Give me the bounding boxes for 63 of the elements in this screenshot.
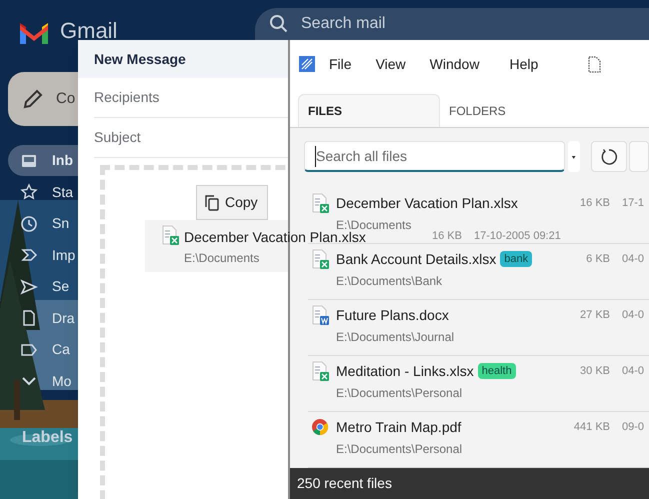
file-name: Bank Account Details.xlsx: [336, 250, 496, 268]
spreadsheet-file-icon: [310, 193, 330, 213]
file-path: E:\Documents: [336, 218, 412, 232]
search-icon: [269, 14, 289, 34]
status-bar: 250 recent files: [290, 468, 649, 499]
menu-item[interactable]: View: [376, 54, 406, 74]
file-size: 30 KB: [579, 364, 610, 378]
refresh-button[interactable]: [590, 141, 627, 172]
nav-item[interactable]: Dra: [8, 302, 78, 334]
clock-icon: [20, 214, 38, 232]
file-date: 04-0: [622, 308, 644, 322]
nav-item[interactable]: Se: [8, 271, 78, 302]
tab[interactable]: FILES: [298, 94, 440, 127]
file-size: 27 KB: [579, 308, 610, 322]
file-size: 441 KB: [572, 420, 610, 434]
browser-icon: [310, 417, 330, 437]
file-name: December Vacation Plan.xlsx: [184, 229, 366, 245]
file-date: 17-10-2005 09:21: [474, 230, 561, 243]
pencil-icon: [22, 88, 44, 110]
file-path: E:\Documents\Bank: [336, 274, 442, 288]
refresh-icon: [600, 148, 618, 166]
file-date: 04-0: [622, 364, 644, 378]
search-field[interactable]: Search all files: [304, 141, 566, 172]
file-path: E:\Documents\Journal: [336, 330, 454, 344]
menu-item[interactable]: File: [329, 54, 352, 74]
file-path: E:\Documents: [184, 251, 260, 265]
compose-button[interactable]: Co: [8, 72, 78, 126]
file-size: 6 KB: [585, 252, 610, 266]
tag-badge: bank: [500, 251, 532, 267]
file-name: Future Plans.docx: [336, 306, 449, 324]
file-date: 17-1: [622, 196, 644, 210]
file-name: Meditation - Links.xlsx: [336, 362, 474, 380]
document-icon: [588, 56, 602, 72]
copy-icon: [205, 194, 219, 210]
send-icon: [20, 278, 38, 296]
app-icon: [299, 56, 315, 72]
nav-item[interactable]: Inb: [8, 145, 78, 176]
menu-item[interactable]: Window: [430, 54, 480, 74]
nav-item[interactable]: Sta: [8, 176, 78, 208]
file-size: 16 KB: [432, 230, 462, 243]
nav-item[interactable]: Sn: [8, 208, 78, 239]
nav-item[interactable]: Ca: [8, 334, 78, 365]
document-file-icon: [310, 305, 330, 325]
logo-icon: [18, 20, 50, 44]
search-field[interactable]: Search mail: [255, 8, 649, 40]
file-size: 16 KB: [579, 196, 610, 210]
file-date: 04-0: [622, 252, 644, 266]
section-heading: Labels: [22, 428, 73, 448]
nav-item[interactable]: Imp: [8, 240, 78, 270]
spreadsheet-file-icon: [310, 249, 330, 269]
tab[interactable]: FOLDERS: [440, 94, 582, 127]
spreadsheet-file-icon: [310, 361, 330, 381]
file-path: E:\Documents\Personal: [336, 442, 462, 456]
file-date: 09-0: [622, 420, 644, 434]
nav-item[interactable]: Mo: [8, 366, 78, 396]
tag-badge: health: [478, 363, 516, 379]
copy-tooltip: Copy: [196, 185, 268, 220]
file-name: Metro Train Map.pdf: [336, 418, 462, 437]
star-icon: [20, 183, 38, 201]
file-name: December Vacation Plan.xlsx: [336, 194, 518, 212]
menu-item[interactable]: Help: [509, 54, 538, 74]
spreadsheet-file-icon: [160, 225, 180, 245]
file-path: E:\Documents\Personal: [336, 386, 462, 400]
